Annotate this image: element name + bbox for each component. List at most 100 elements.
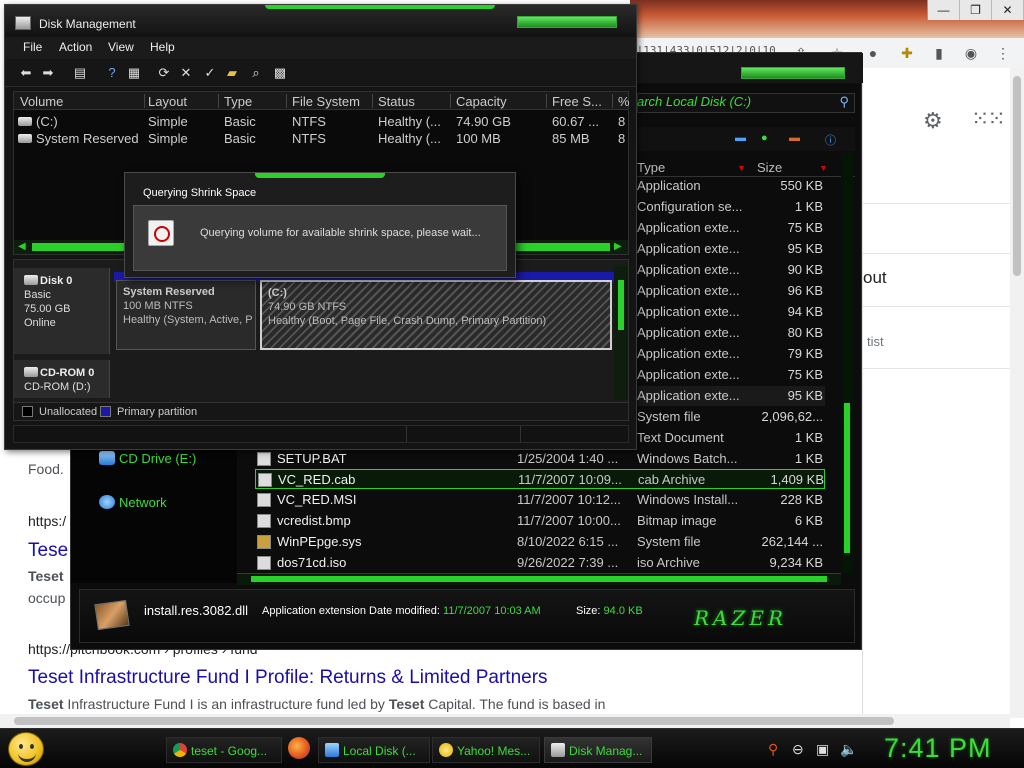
scroll-left-icon[interactable]: ◀ <box>18 241 26 252</box>
forward-arrow-icon[interactable]: ➡ <box>39 64 57 82</box>
volume-icon[interactable]: 🔈 <box>840 741 857 758</box>
menu-help[interactable]: Help <box>150 40 175 54</box>
details-size: Size: 94.0 KB <box>576 605 643 617</box>
table-row[interactable]: (C:) Simple Basic NTFS Healthy (... 74.9… <box>14 114 628 131</box>
page-horizontal-scrollbar[interactable] <box>0 714 1010 728</box>
taskbar-button-disk-management[interactable]: Disk Manag... <box>544 737 652 763</box>
apps-grid-icon[interactable]: ⁙⁙ <box>971 106 1006 132</box>
column-header-percent-free[interactable]: % <box>618 94 630 109</box>
details-file-type: Application extension <box>262 605 366 617</box>
restore-button[interactable]: ❐ <box>960 0 992 20</box>
installer-file-icon <box>257 493 271 507</box>
grid-icon[interactable]: ▩ <box>271 64 289 82</box>
cdrom-0-label[interactable]: CD-ROM 0 CD-ROM (D:) <box>14 360 110 398</box>
page-vertical-scrollbar[interactable] <box>1010 68 1024 718</box>
result-url[interactable]: https:/ <box>28 513 66 529</box>
close-button[interactable]: ✕ <box>992 0 1024 20</box>
sidebar-item-cd-drive[interactable]: CD Drive (E:) <box>99 451 196 466</box>
table-row[interactable]: vcredist.bmp 11/7/2007 10:00... Bitmap i… <box>255 511 825 531</box>
sidebar-item-network[interactable]: Network <box>99 495 167 510</box>
table-row[interactable]: dos71cd.iso 9/26/2022 7:39 ... iso Archi… <box>255 553 825 573</box>
sort-arrow-icon[interactable]: ▼ <box>819 163 828 173</box>
column-header-type[interactable]: Type <box>637 160 665 175</box>
column-header-free-space[interactable]: Free S... <box>552 94 602 109</box>
search-icon[interactable]: ⚲ <box>839 94 849 110</box>
dialog-message: Querying volume for available shrink spa… <box>200 227 481 239</box>
account-avatar-icon[interactable]: ◉ <box>960 42 982 64</box>
help-icon[interactable]: ? <box>103 64 121 82</box>
sidebar-icon[interactable]: ▮ <box>928 42 950 64</box>
result-snippet: Teset <box>28 568 64 584</box>
disk-graphical-view: Disk 0 Basic 75.00 GB Online System Rese… <box>13 259 629 421</box>
search-placeholder: arch Local Disk (C:) <box>637 94 752 109</box>
disk-0-label[interactable]: Disk 0 Basic 75.00 GB Online <box>14 268 110 354</box>
querying-shrink-space-dialog: Querying Shrink Space Querying volume fo… <box>124 172 516 278</box>
details-pane-icon[interactable]: ▬ <box>789 132 800 144</box>
partial-text: tist <box>867 334 884 349</box>
minus-circle-icon[interactable]: ⊖ <box>792 741 804 758</box>
refresh-icon[interactable]: ⟳ <box>155 64 173 82</box>
table-row[interactable]: SETUP.BAT 1/25/2004 1:40 ... Windows Bat… <box>255 449 825 469</box>
file-list-horizontal-scrollbar[interactable] <box>237 573 841 585</box>
result-title-link[interactable]: Teset Infrastructure Fund I Profile: Ret… <box>28 667 548 689</box>
legend-primary-partition: Primary partition <box>100 406 197 418</box>
sort-arrow-icon[interactable]: ▼ <box>737 163 746 173</box>
partition-system-reserved[interactable]: System Reserved 100 MB NTFS Healthy (Sys… <box>116 280 256 350</box>
titlebar[interactable]: Disk Management <box>5 5 636 37</box>
settings-gear-icon[interactable]: ⚙ <box>923 108 943 134</box>
search-icon[interactable]: ⌕ <box>247 64 265 82</box>
menu-action[interactable]: Action <box>59 40 92 54</box>
result-snippet-fragment: Food. <box>28 461 64 477</box>
column-header-status[interactable]: Status <box>378 94 415 109</box>
file-list-vertical-scrollbar[interactable] <box>841 153 853 573</box>
status-bar <box>13 425 629 443</box>
help-icon[interactable]: ⓘ <box>825 132 836 148</box>
window-buttons[interactable] <box>517 16 617 28</box>
column-header-type[interactable]: Type <box>224 94 252 109</box>
folder-icon[interactable]: ▰ <box>223 64 241 82</box>
volume-icon <box>18 134 32 143</box>
graphical-view-scrollbar[interactable] <box>614 266 628 400</box>
result-title-link[interactable]: Tese <box>28 540 68 562</box>
taskbar-button-chrome[interactable]: teset - Goog... <box>166 737 282 763</box>
preview-pane-icon[interactable]: ● <box>761 132 768 144</box>
column-header-volume[interactable]: Volume <box>20 94 63 109</box>
minimize-button[interactable]: — <box>928 0 960 20</box>
table-row[interactable]: System Reserved Simple Basic NTFS Health… <box>14 131 628 148</box>
taskbar-button-yahoo-messenger[interactable]: Yahoo! Mes... <box>432 737 540 763</box>
cab-file-icon <box>258 473 272 487</box>
menu-kebab-icon[interactable]: ⋮ <box>992 42 1014 64</box>
network-tray-icon[interactable]: ▣ <box>816 741 829 758</box>
explorer-window-buttons[interactable] <box>741 67 845 79</box>
file-thumbnail-icon <box>94 599 130 631</box>
menu-file[interactable]: File <box>23 40 42 54</box>
taskbar-button-explorer[interactable]: Local Disk (... <box>318 737 430 763</box>
clock[interactable]: 7:41 PM <box>884 733 992 764</box>
table-row[interactable]: VC_RED.MSI 11/7/2007 10:12... Windows In… <box>255 490 825 510</box>
delete-icon[interactable]: ✕ <box>177 64 195 82</box>
partition-c-drive[interactable]: (C:) 74.90 GB NTFS Healthy (Boot, Page F… <box>260 280 612 350</box>
search-tray-icon[interactable]: ⚲ <box>768 741 778 758</box>
start-button[interactable] <box>8 732 44 766</box>
iso-file-icon <box>257 556 271 570</box>
details-meta: Application extension Date modified: 11/… <box>262 605 541 617</box>
table-row-selected[interactable]: VC_RED.cab 11/7/2007 10:09... cab Archiv… <box>255 469 825 489</box>
checkmark-icon[interactable]: ✓ <box>201 64 219 82</box>
column-header-file-system[interactable]: File System <box>292 94 360 109</box>
window-title: Disk Management <box>39 17 136 31</box>
details-pane: install.res.3082.dll Application extensi… <box>79 589 855 643</box>
view-icon[interactable]: ▬ <box>735 132 746 144</box>
profile-flag-icon[interactable]: ● <box>862 42 884 64</box>
menu-view[interactable]: View <box>108 40 134 54</box>
back-arrow-icon[interactable]: ⬅ <box>17 64 35 82</box>
table-row[interactable]: WinPEpge.sys 8/10/2022 6:15 ... System f… <box>255 532 825 552</box>
console-tree-icon[interactable]: ▤ <box>71 64 89 82</box>
scroll-right-icon[interactable]: ▶ <box>614 241 622 252</box>
column-header-size[interactable]: Size <box>757 160 782 175</box>
properties-icon[interactable]: ▦ <box>125 64 143 82</box>
column-header-layout[interactable]: Layout <box>148 94 187 109</box>
firefox-icon[interactable] <box>288 737 310 759</box>
extension-puzzle-icon[interactable]: ✚ <box>896 42 918 64</box>
column-header-capacity[interactable]: Capacity <box>456 94 507 109</box>
search-input[interactable]: arch Local Disk (C:) ⚲ <box>637 94 853 109</box>
